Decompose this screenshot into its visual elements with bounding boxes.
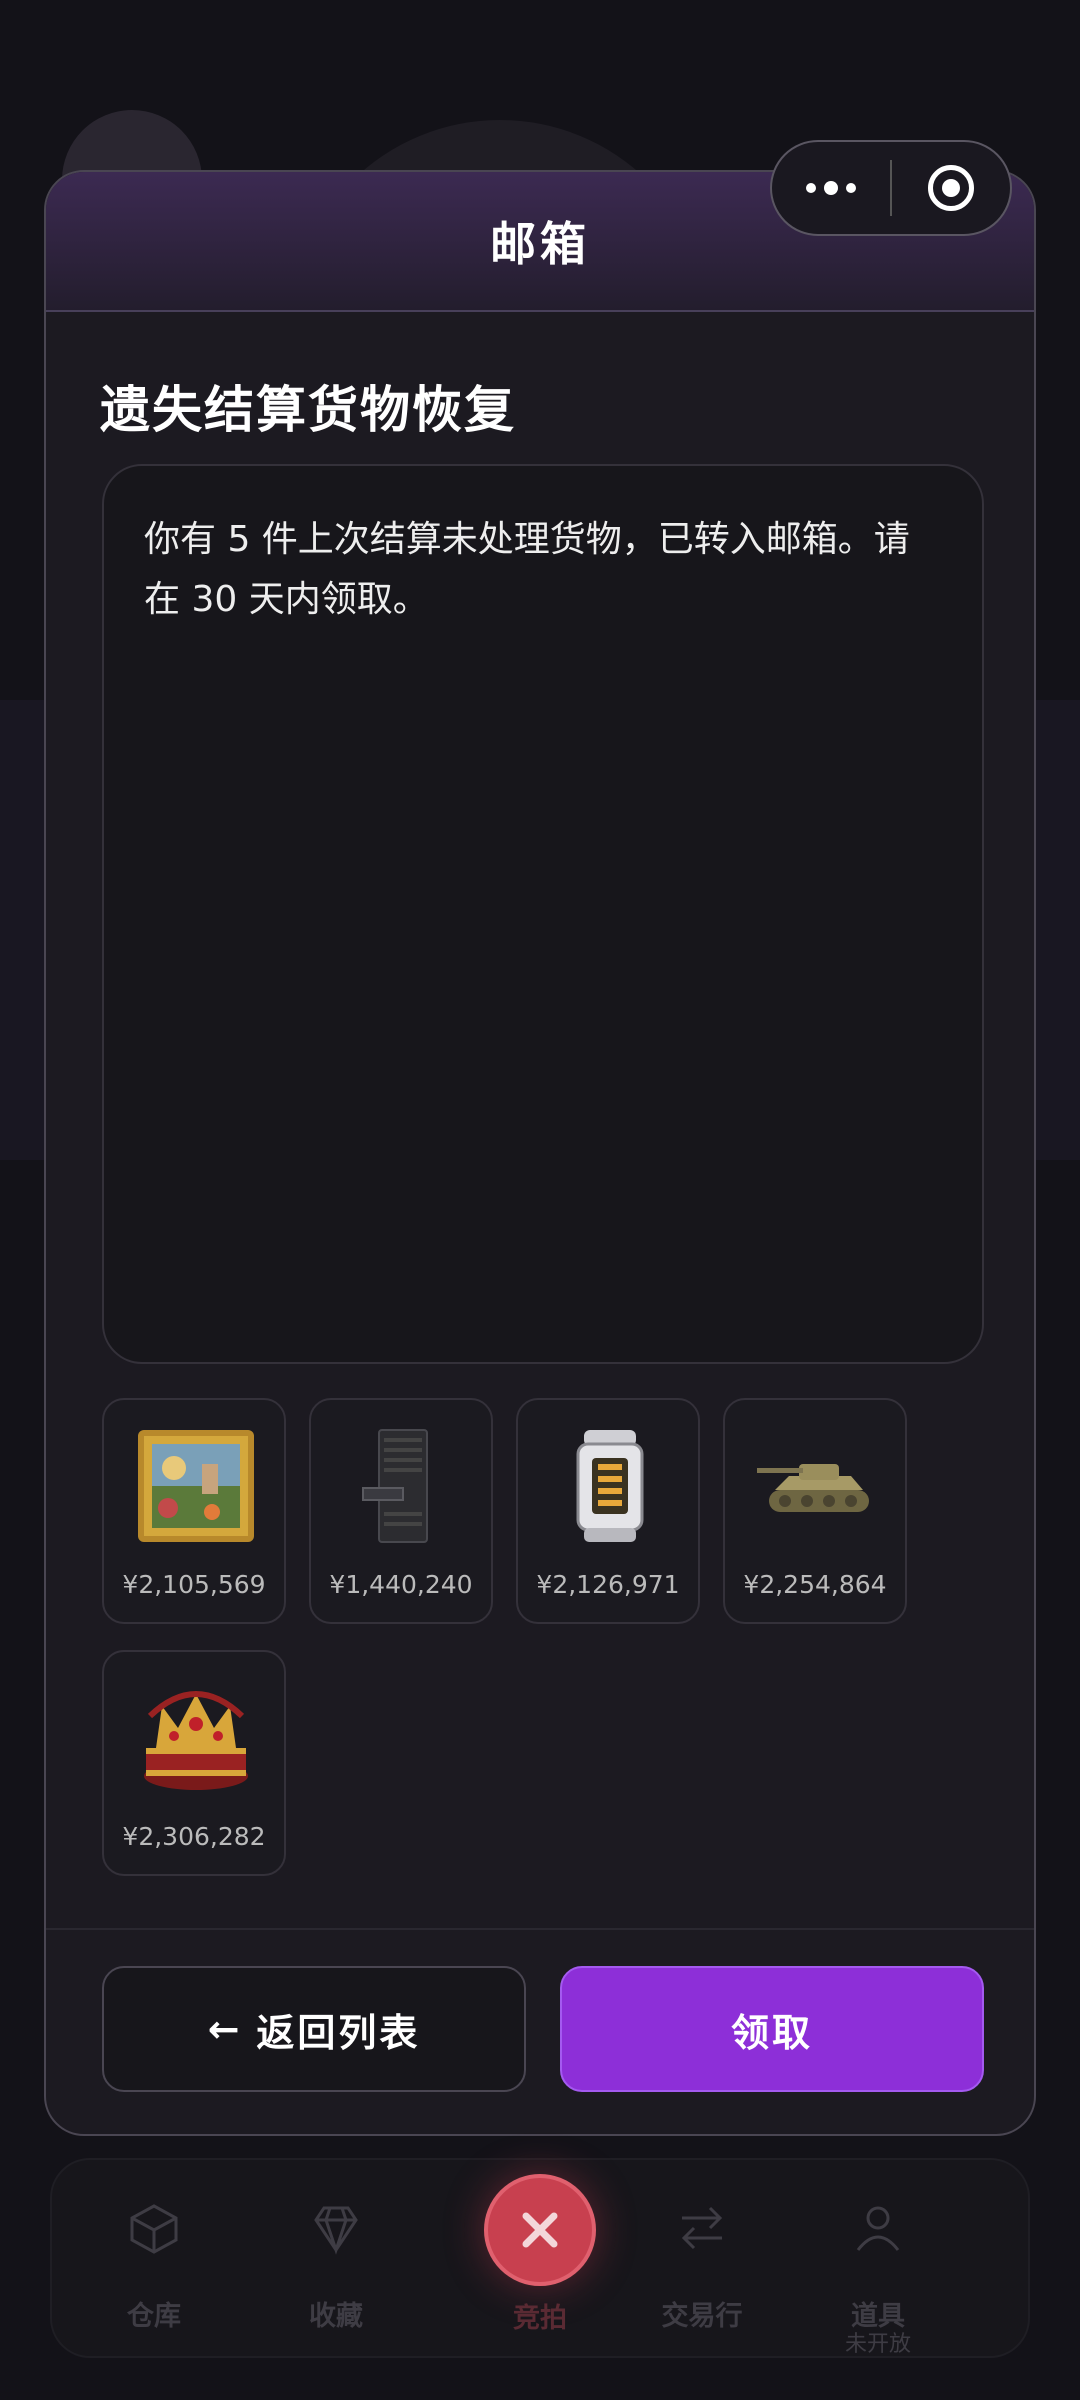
item-price: ¥2,306,282 bbox=[122, 1822, 266, 1851]
box-icon bbox=[130, 2204, 178, 2254]
swap-arrows-icon bbox=[681, 2206, 723, 2250]
message-box: 你有 5 件上次结算未处理货物，已转入邮箱。请在 30 天内领取。 bbox=[102, 464, 984, 1364]
close-icon bbox=[522, 2212, 558, 2248]
claim-button[interactable]: 领取 bbox=[560, 1966, 984, 2092]
tab-label-auction: 竞拍 bbox=[513, 2303, 567, 2334]
item-price: ¥2,126,971 bbox=[536, 1570, 680, 1599]
item-card-server-rack[interactable]: ¥1,440,240 bbox=[309, 1398, 493, 1624]
tab-label: 交易行 bbox=[661, 2301, 743, 2332]
mailbox-modal: 邮箱 遗失结算货物恢复 你有 5 件上次结算未处理货物，已转入邮箱。请在 30 … bbox=[44, 170, 1036, 2136]
diamond-icon bbox=[314, 2206, 358, 2255]
arrow-left-icon: ← bbox=[207, 2007, 243, 2051]
item-card-painting[interactable]: ¥2,105,569 bbox=[102, 1398, 286, 1624]
more-dots-icon[interactable] bbox=[772, 181, 890, 195]
capsule-menu bbox=[770, 140, 1012, 236]
tab-sublabel: 未开放 bbox=[844, 2332, 911, 2357]
item-card-energy-core[interactable]: ¥2,126,971 bbox=[516, 1398, 700, 1624]
footer-divider bbox=[46, 1928, 1034, 1930]
tab-label: 仓库 bbox=[127, 2301, 181, 2332]
back-button-label: 返回列表 bbox=[256, 2010, 421, 2055]
item-price: ¥1,440,240 bbox=[329, 1570, 473, 1599]
tab-label: 收藏 bbox=[309, 2301, 363, 2332]
message-text: 你有 5 件上次结算未处理货物，已转入邮箱。请在 30 天内领取。 bbox=[144, 519, 910, 620]
claim-button-label: 领取 bbox=[730, 2010, 813, 2055]
item-card-crown-box[interactable]: ¥2,306,282 bbox=[102, 1650, 286, 1876]
energy-core-icon bbox=[576, 1430, 644, 1542]
tab-warehouse[interactable]: 仓库 bbox=[74, 2160, 234, 2360]
modal-title: 邮箱 bbox=[490, 217, 590, 271]
server-rack-icon bbox=[362, 1429, 428, 1543]
item-price: ¥2,105,569 bbox=[122, 1570, 266, 1599]
back-to-list-button[interactable]: ← 返回列表 bbox=[102, 1966, 526, 2092]
tab-props[interactable]: 道具 未开放 bbox=[798, 2160, 958, 2360]
auction-fab-button[interactable] bbox=[484, 2174, 596, 2286]
person-icon bbox=[856, 2206, 900, 2251]
tank-icon bbox=[757, 1464, 869, 1512]
tab-trading[interactable]: 交易行 bbox=[622, 2160, 782, 2360]
framed-painting-icon bbox=[138, 1430, 254, 1542]
crown-box-icon bbox=[144, 1691, 248, 1790]
target-circle-icon[interactable] bbox=[892, 165, 1010, 211]
tab-collection[interactable]: 收藏 bbox=[256, 2160, 416, 2360]
item-card-tank[interactable]: ¥2,254,864 bbox=[723, 1398, 907, 1624]
mail-subject: 遗失结算货物恢复 bbox=[100, 381, 516, 439]
item-price: ¥2,254,864 bbox=[743, 1570, 887, 1599]
